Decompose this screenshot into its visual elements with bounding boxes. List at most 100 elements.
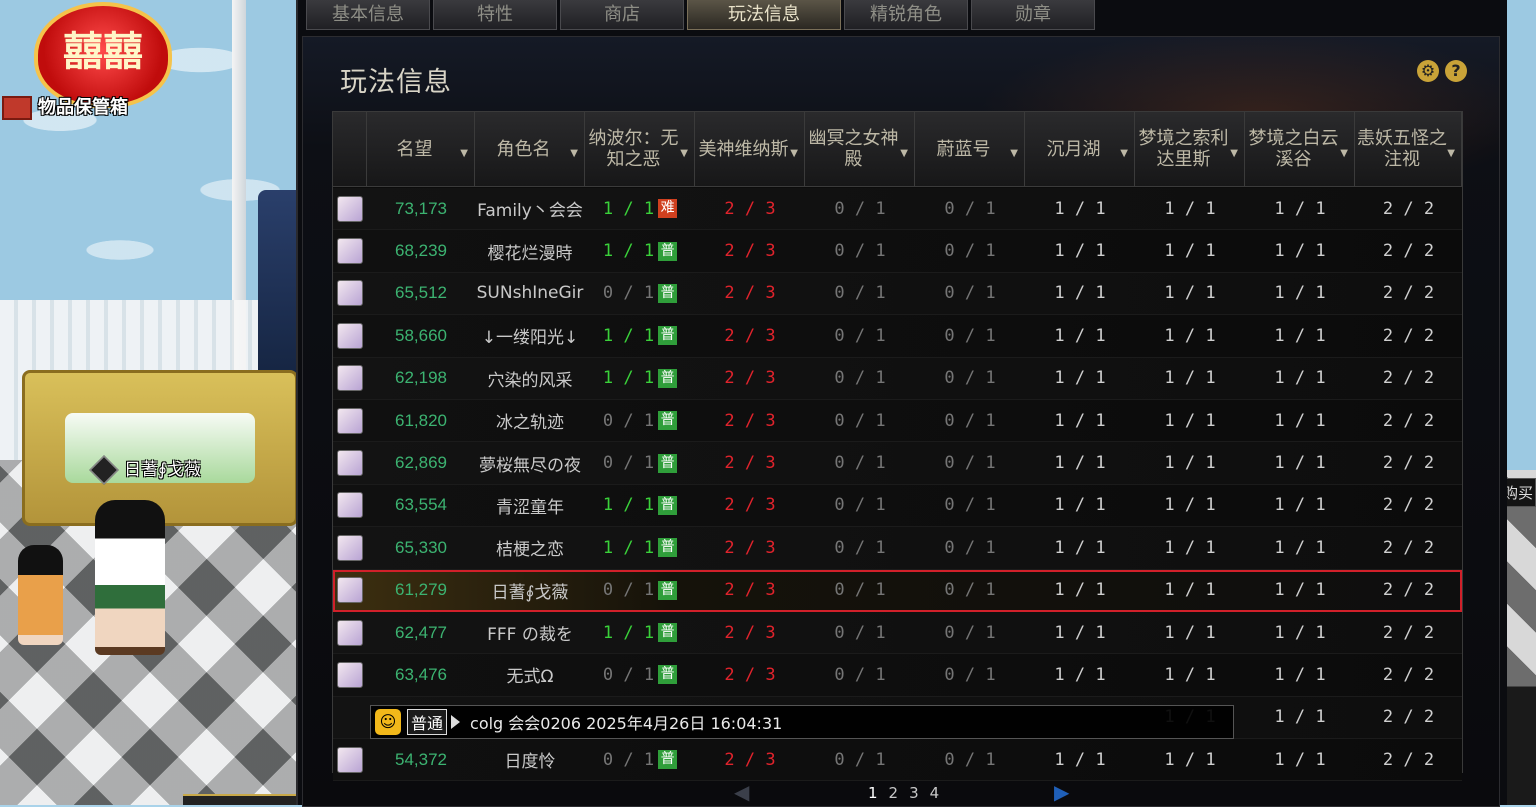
table-row[interactable]: 63,554 青涩童年 1 / 1普2 / 30 / 10 / 11 / 11 / …	[333, 484, 1462, 528]
settings-gear-icon[interactable]: ⚙	[1417, 60, 1439, 82]
sort-arrow-icon[interactable]: ▼	[790, 143, 798, 164]
progress-cell: 1 / 1普	[585, 485, 695, 526]
next-page-icon[interactable]: ▶	[1054, 780, 1069, 804]
quickbar-strip[interactable]	[183, 794, 298, 805]
chat-channel-label[interactable]: 普通	[407, 709, 448, 735]
progress-value: 1 / 1	[1164, 580, 1216, 601]
progress-value: 2 / 2	[1382, 537, 1435, 558]
tab-0[interactable]: 基本信息	[306, 0, 430, 30]
avatar-cell	[333, 442, 367, 483]
column-header[interactable]: 沉月湖 ▼	[1025, 112, 1135, 186]
progress-value: 1 / 1	[1164, 325, 1216, 346]
avatar-cell	[333, 612, 367, 653]
difficulty-badge: 普	[658, 368, 678, 388]
avatar-cell	[333, 230, 367, 271]
table-row[interactable]: 61,820 冰之轨迹 0 / 1普2 / 30 / 10 / 11 / 11 / …	[333, 399, 1462, 443]
column-header[interactable]: 蔚蓝号 ▼	[915, 112, 1025, 186]
progress-value: 0 / 1	[834, 664, 886, 685]
avatar	[337, 238, 363, 265]
progress-value: 2 / 3	[724, 325, 776, 346]
guild-emblem-icon	[89, 455, 119, 485]
progress-value: 1 / 1	[1274, 283, 1326, 304]
fame-value: 62,198	[395, 368, 447, 388]
progress-value: 0 / 1	[834, 283, 886, 304]
table-row[interactable]: 65,512 SUNshIneGir 0 / 1普2 / 30 / 10 / 11 …	[333, 272, 1462, 316]
sort-arrow-icon[interactable]: ▼	[680, 143, 688, 164]
progress-value: 0 / 1	[602, 749, 655, 770]
progress-value: 1 / 1	[1164, 198, 1216, 219]
tab-5[interactable]: 勋章	[971, 0, 1095, 30]
tab-1[interactable]: 特性	[433, 0, 557, 30]
npc-character-sprite[interactable]	[18, 545, 63, 645]
player-character-sprite[interactable]	[95, 500, 165, 655]
tab-2[interactable]: 商店	[560, 0, 684, 30]
character-name: ↓一缕阳光↓	[481, 328, 579, 349]
prev-page-icon[interactable]: ◀	[734, 780, 749, 804]
sort-arrow-icon[interactable]: ▼	[900, 143, 908, 164]
progress-cell: 0 / 1普	[585, 400, 695, 441]
table-row[interactable]: 62,869 夢桜無尽の夜 0 / 1普2 / 30 / 10 / 11 / 11 …	[333, 442, 1462, 485]
progress-value: 2 / 3	[724, 368, 776, 389]
dungeon-progress-table: 名望 ▼ 角色名 ▼ 纳波尔：无知之恶 ▼ 美神维纳斯 ▼ 幽冥之女神殿 ▼ 蔚蓝号 ▼ 沉月湖 ▼ 梦境之…	[332, 111, 1463, 782]
progress-value: 0 / 1	[944, 580, 996, 601]
character-name: 日蓍∮戈薇	[491, 582, 569, 603]
progress-value: 0 / 1	[944, 198, 996, 219]
table-row[interactable]: 73,173 Family丶会会 1 / 1难2 / 30 / 10 / 11 / …	[333, 188, 1462, 231]
tab-3[interactable]: 玩法信息	[687, 0, 841, 30]
sort-arrow-icon[interactable]: ▼	[1230, 143, 1238, 164]
progress-value: 1 / 1	[1274, 749, 1326, 770]
table-row[interactable]: 63,476 无式Ω 0 / 1普2 / 30 / 10 / 11 / 11 / 1…	[333, 654, 1462, 697]
column-header[interactable]: 恚妖五怪之注视 ▼	[1355, 112, 1462, 186]
progress-value: 2 / 2	[1382, 325, 1435, 346]
table-row[interactable]: 65,330 桔梗之恋 1 / 1普2 / 30 / 10 / 11 / 11 / …	[333, 527, 1462, 570]
progress-value: 1 / 1	[1164, 368, 1216, 389]
progress-value: 1 / 1	[1054, 537, 1106, 558]
progress-value: 0 / 1	[602, 283, 655, 304]
sort-arrow-icon[interactable]: ▼	[1447, 143, 1455, 164]
page-number[interactable]: 2	[889, 784, 910, 802]
page-number[interactable]: 1	[868, 784, 889, 802]
column-header[interactable]: 美神维纳斯 ▼	[695, 112, 805, 186]
table-row[interactable]: 62,477 FFF の裁を 1 / 1普2 / 30 / 10 / 11 / 11…	[333, 611, 1462, 655]
storage-box-icon	[2, 96, 32, 120]
page-number[interactable]: 4	[930, 784, 951, 802]
sort-arrow-icon[interactable]: ▼	[1010, 143, 1018, 164]
column-header[interactable]: 梦境之索利达里斯 ▼	[1135, 112, 1245, 186]
fame-value: 62,869	[395, 453, 447, 473]
progress-value: 1 / 1	[1274, 580, 1326, 601]
progress-value: 1 / 1	[1164, 453, 1216, 474]
table-row[interactable]: 68,239 樱花烂漫時 1 / 1普2 / 30 / 10 / 11 / 11 /…	[333, 230, 1462, 273]
difficulty-badge: 普	[658, 241, 678, 261]
avatar-cell	[333, 188, 367, 229]
chat-emoji-icon[interactable]: ☺	[375, 709, 401, 735]
scene-bed	[22, 370, 298, 526]
table-row[interactable]: 61,279 日蓍∮戈薇 0 / 1普2 / 30 / 10 / 11 / 11 /…	[333, 569, 1462, 612]
progress-value: 2 / 2	[1382, 622, 1435, 643]
help-icon[interactable]: ?	[1445, 60, 1467, 82]
column-header[interactable]: 纳波尔：无知之恶 ▼	[585, 112, 695, 186]
progress-value: 0 / 1	[602, 580, 655, 601]
page-number[interactable]: 3	[909, 784, 930, 802]
progress-value: 1 / 1	[1164, 241, 1216, 262]
sort-arrow-icon[interactable]: ▼	[1340, 143, 1348, 164]
tab-4[interactable]: 精锐角色	[844, 0, 968, 30]
sort-arrow-icon[interactable]: ▼	[1120, 143, 1128, 164]
progress-value: 2 / 2	[1382, 749, 1435, 770]
column-header[interactable]: 角色名 ▼	[475, 112, 585, 186]
sort-arrow-icon[interactable]: ▼	[570, 143, 578, 164]
column-header[interactable]: 名望 ▼	[367, 112, 475, 186]
progress-cell: 1 / 1普	[585, 230, 695, 271]
pagination: ◀ 1234 ▶	[298, 776, 1507, 805]
column-header-label: 梦境之白云溪谷	[1248, 128, 1339, 170]
column-header[interactable]: 梦境之白云溪谷 ▼	[1245, 112, 1355, 186]
sort-arrow-icon[interactable]: ▼	[460, 143, 468, 164]
storage-box-button[interactable]: 物品保管箱	[2, 93, 128, 120]
table-row[interactable]: 62,198 穴染的风采 1 / 1普2 / 30 / 10 / 11 / 11 /…	[333, 357, 1462, 400]
progress-value: 1 / 1	[602, 495, 655, 516]
progress-value: 1 / 1	[602, 537, 655, 558]
avatar-cell	[333, 315, 367, 356]
progress-value: 1 / 1	[1164, 410, 1216, 431]
column-header[interactable]: 幽冥之女神殿 ▼	[805, 112, 915, 186]
table-row[interactable]: 58,660 ↓一缕阳光↓ 1 / 1普2 / 30 / 10 / 11 / 11 …	[333, 315, 1462, 358]
progress-value: 0 / 1	[944, 495, 996, 516]
